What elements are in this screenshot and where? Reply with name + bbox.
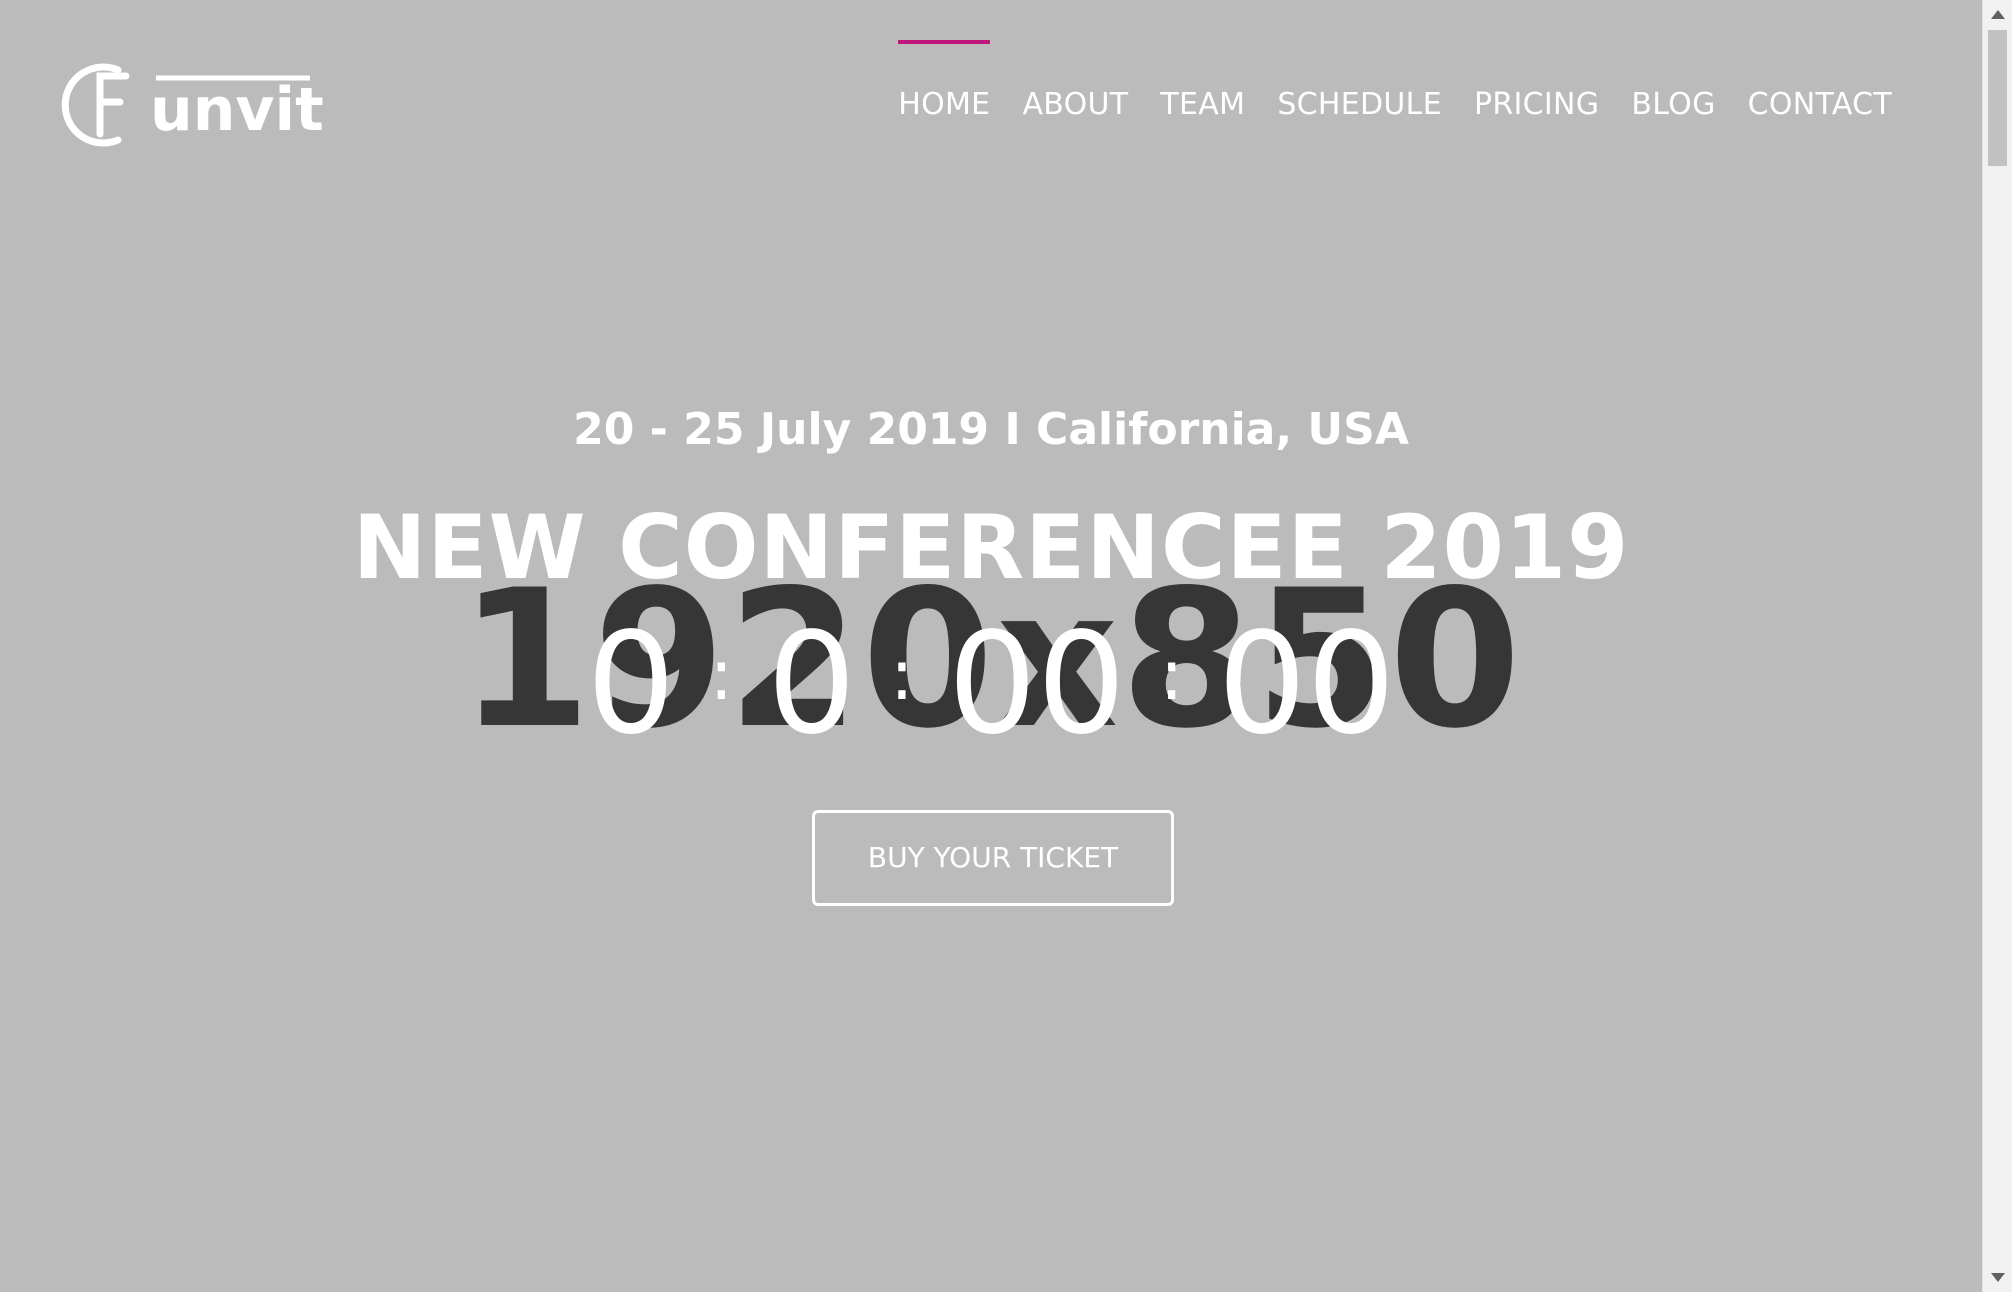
hero-section: 1920x850 unvit HOME ABOUT TEAM SCHEDULE … xyxy=(0,0,1982,1292)
buy-ticket-button[interactable]: BUY YOUR TICKET xyxy=(812,810,1174,906)
nav-item-home[interactable]: HOME xyxy=(898,40,991,128)
event-date-location: 20 - 25 July 2019 I California, USA xyxy=(573,404,1409,455)
nav-item-blog[interactable]: BLOG xyxy=(1631,82,1715,128)
countdown-separator: : xyxy=(709,634,734,716)
logo-mark-icon: unvit xyxy=(61,63,324,147)
countdown-days: 0 xyxy=(586,603,676,766)
countdown-timer: 0 : 0 : 00 : 00 xyxy=(0,610,1982,760)
event-title: NEW CONFERENCEE 2019 xyxy=(352,496,1630,599)
main-nav: HOME ABOUT TEAM SCHEDULE PRICING BLOG CO… xyxy=(866,40,1892,128)
countdown-minutes: 00 xyxy=(947,603,1126,766)
scroll-up-icon[interactable] xyxy=(1991,10,2005,19)
nav-item-team[interactable]: TEAM xyxy=(1160,82,1245,128)
logo-wordmark: unvit xyxy=(150,75,324,145)
scroll-down-icon[interactable] xyxy=(1991,1273,2005,1282)
nav-item-schedule[interactable]: SCHEDULE xyxy=(1277,82,1442,128)
nav-item-contact[interactable]: CONTACT xyxy=(1748,82,1892,128)
scroll-thumb[interactable] xyxy=(1988,30,2007,166)
countdown-seconds: 00 xyxy=(1217,603,1396,766)
page: 1920x850 unvit HOME ABOUT TEAM SCHEDULE … xyxy=(0,0,2012,1292)
nav-item-about[interactable]: ABOUT xyxy=(1022,82,1128,128)
countdown-separator: : xyxy=(1159,634,1184,716)
countdown-separator: : xyxy=(890,634,914,716)
site-logo[interactable]: unvit xyxy=(60,62,340,148)
page-scrollbar[interactable] xyxy=(1982,0,2012,1292)
countdown-hours: 0 xyxy=(767,603,857,766)
nav-item-pricing[interactable]: PRICING xyxy=(1474,82,1599,128)
